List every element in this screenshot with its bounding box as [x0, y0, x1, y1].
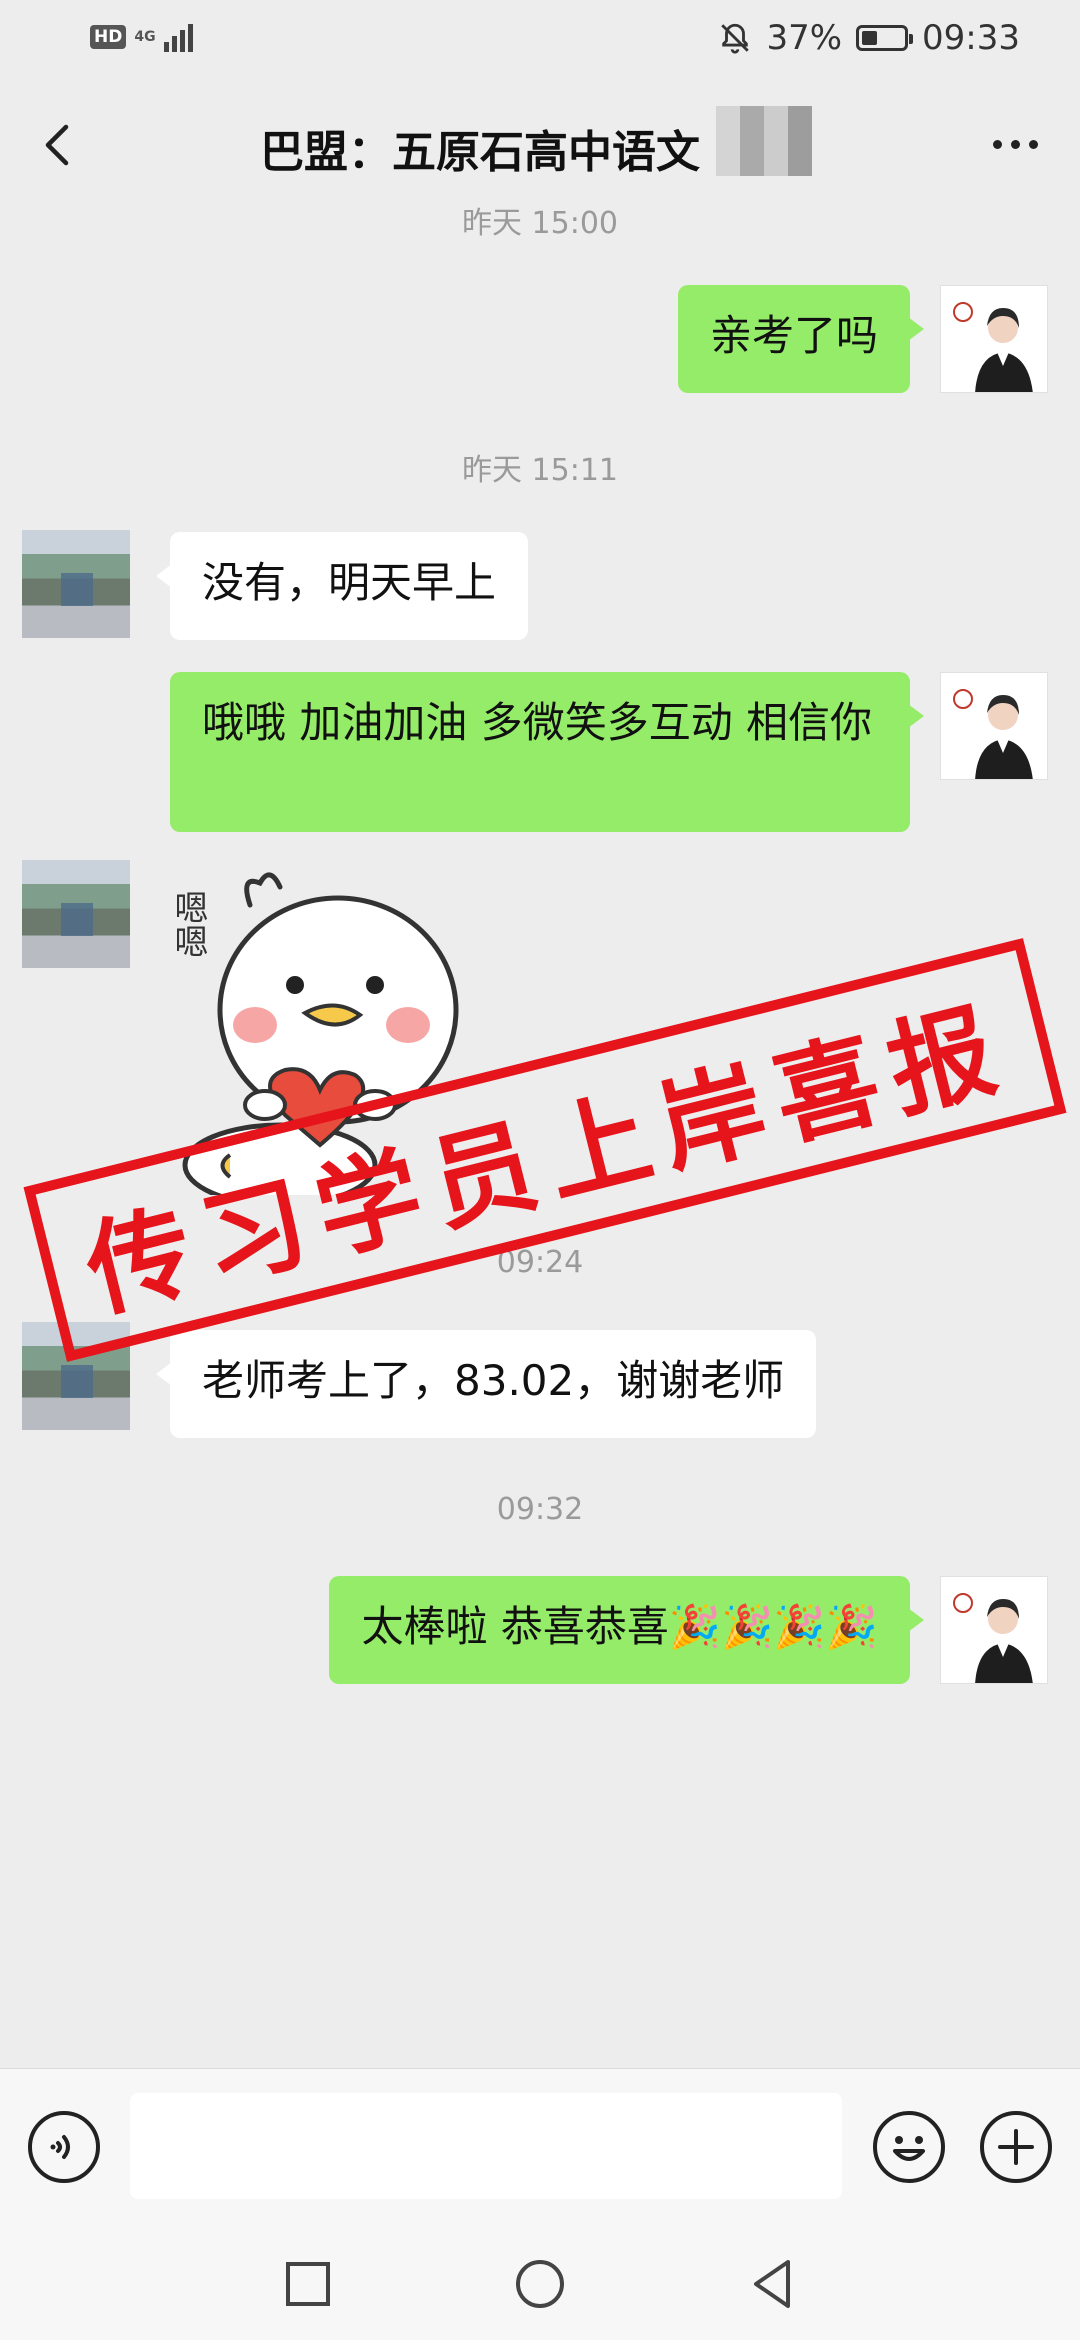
more-dot	[1010, 139, 1020, 149]
message-input[interactable]	[130, 2093, 842, 2199]
sent-message[interactable]: 亲考了吗	[677, 285, 925, 393]
input-bar	[0, 2068, 1080, 2219]
battery-fill	[862, 31, 878, 45]
nav-back-button[interactable]	[742, 2254, 802, 2314]
hd-badge: HD	[90, 25, 127, 49]
teacher-avatar[interactable]	[940, 1576, 1048, 1684]
recent-apps-icon	[286, 2262, 330, 2306]
plus-button[interactable]	[980, 2111, 1052, 2183]
more-dots-icon	[992, 139, 1002, 149]
back-triangle-icon	[754, 2260, 790, 2308]
mute-bell-icon	[721, 23, 750, 54]
status-left: HD 4G	[90, 22, 193, 52]
student-avatar[interactable]	[22, 860, 130, 968]
clock: 09:33	[922, 18, 1020, 58]
teacher-avatar[interactable]	[940, 672, 1048, 780]
status-bar: HD 4G 37% 09:33	[0, 0, 1080, 80]
received-message[interactable]: 没有，明天早上	[155, 532, 529, 640]
sent-message[interactable]: 太棒啦 恭喜恭喜🎉🎉🎉🎉	[329, 1576, 924, 1684]
teacher-photo	[953, 1593, 1033, 1683]
network-type: 4G	[134, 29, 156, 45]
recent-apps-button[interactable]	[278, 2254, 338, 2314]
emoji-icon	[893, 2136, 925, 2161]
signal-icon	[163, 22, 193, 52]
status-right: 37% 09:33	[718, 18, 1020, 58]
plus-icon	[998, 2129, 1034, 2165]
more-dot	[1028, 139, 1038, 149]
title-blurred-region	[716, 106, 812, 176]
more-button[interactable]	[980, 122, 1050, 166]
emoji-button[interactable]	[873, 2111, 945, 2183]
teacher-photo	[953, 302, 1033, 392]
battery-icon	[856, 25, 914, 51]
timestamp: 09:32	[496, 1492, 584, 1527]
chat-header: 巴盟：五原石高中语文	[0, 80, 1080, 210]
voice-icon	[50, 2135, 70, 2159]
timestamp: 昨天 15:00	[462, 206, 618, 241]
chevron-left-icon	[45, 124, 69, 166]
timestamp: 昨天 15:11	[462, 453, 618, 488]
sent-message[interactable]: 哦哦 加油加油 多微笑多互动 相信你	[170, 672, 924, 832]
home-icon	[516, 2260, 564, 2308]
teacher-photo	[953, 689, 1033, 779]
received-message[interactable]: 老师考上了，83.02，谢谢老师	[155, 1330, 817, 1438]
back-button[interactable]	[30, 115, 90, 175]
battery-percent: 37%	[766, 18, 843, 58]
home-button[interactable]	[510, 2254, 570, 2314]
chat-title: 巴盟：五原石高中语文	[260, 127, 700, 178]
student-avatar[interactable]	[22, 530, 130, 638]
system-nav-bar	[0, 2218, 1080, 2340]
teacher-avatar[interactable]	[940, 285, 1048, 393]
voice-button[interactable]	[28, 2111, 100, 2183]
